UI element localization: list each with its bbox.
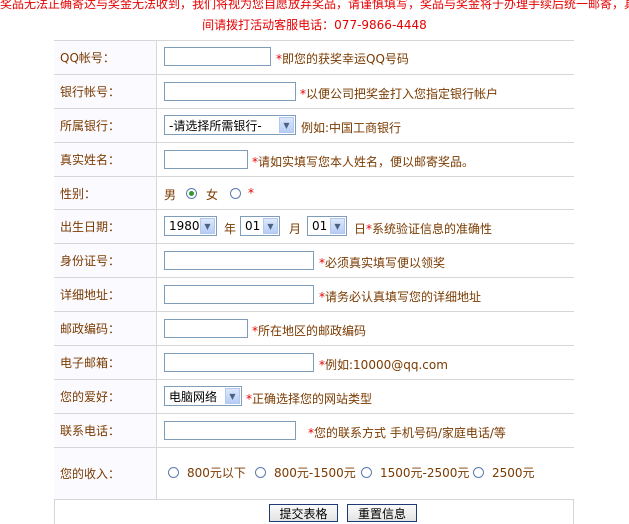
bank-example: 例如:中国工商银行 bbox=[301, 121, 402, 135]
bank-account-input[interactable] bbox=[164, 82, 296, 101]
income-option-3: 1500元-2500元 bbox=[380, 466, 470, 480]
email-label: 电子邮箱： bbox=[54, 346, 157, 379]
income-radio-4[interactable] bbox=[473, 467, 484, 478]
row-qq: QQ帐号： *即您的获奖幸运QQ号码 bbox=[54, 40, 574, 75]
row-email: 电子邮箱： *例如:10000@qq.com bbox=[54, 346, 574, 380]
real-name-hint: *请如实填写您本人姓名，便以邮寄奖品。 bbox=[252, 155, 475, 169]
phone-input[interactable] bbox=[164, 421, 296, 440]
birth-year-unit: 年 bbox=[224, 222, 237, 236]
gender-female-label: 女 bbox=[206, 188, 219, 202]
birth-day-value: 01 bbox=[312, 219, 328, 233]
row-postcode: 邮政编码： *所在地区的邮政编码 bbox=[54, 312, 574, 346]
birth-year-value: 1980 bbox=[169, 219, 200, 233]
income-option-1: 800元以下 bbox=[187, 466, 246, 480]
birth-month-select[interactable]: 01 ▼ bbox=[240, 216, 280, 236]
bank-account-label: 银行帐号： bbox=[54, 75, 157, 108]
birth-hint: *系统验证信息的准确性 bbox=[366, 222, 493, 236]
qq-label: QQ帐号： bbox=[54, 41, 157, 74]
postcode-hint: *所在地区的邮政编码 bbox=[252, 324, 367, 338]
hobby-hint: *正确选择您的网站类型 bbox=[246, 392, 373, 406]
row-hobby: 您的爱好： 电脑网络 ▼ *正确选择您的网站类型 bbox=[54, 380, 574, 414]
qq-hint: *即您的获奖幸运QQ号码 bbox=[276, 52, 409, 66]
hobby-select-value: 电脑网络 bbox=[169, 389, 218, 404]
notice-line-1: 奖品无法正确寄达与奖金无法收到，我们将视为您自愿放弃奖品，请谨慎填写，奖品与奖金… bbox=[0, 0, 629, 11]
row-real-name: 真实姓名： *请如实填写您本人姓名，便以邮寄奖品。 bbox=[54, 143, 574, 177]
chevron-down-icon[interactable]: ▼ bbox=[330, 218, 345, 234]
reset-button[interactable]: 重置信息 bbox=[347, 504, 417, 522]
row-phone: 联系电话： *您的联系方式 手机号码/家庭电话/等 bbox=[54, 414, 574, 448]
qq-input[interactable] bbox=[164, 47, 271, 66]
chevron-down-icon[interactable]: ▼ bbox=[225, 388, 240, 404]
address-hint: *请务必认真填写您的详细地址 bbox=[319, 290, 482, 304]
gender-female-radio[interactable] bbox=[230, 188, 241, 199]
birth-day-unit: 日 bbox=[354, 222, 367, 236]
phone-hint: *您的联系方式 手机号码/家庭电话/等 bbox=[308, 426, 506, 440]
income-option-4: 2500元 bbox=[492, 466, 535, 480]
income-option-2: 800元-1500元 bbox=[274, 466, 356, 480]
email-hint: *例如:10000@qq.com bbox=[319, 358, 448, 372]
row-bank: 所属银行： -请选择所需银行- ▼ 例如:中国工商银行 bbox=[54, 109, 574, 143]
row-id-card: 身份证号： *必须真实填写便以领奖 bbox=[54, 244, 574, 278]
id-card-hint: *必须真实填写便以领奖 bbox=[319, 256, 446, 270]
birth-day-select[interactable]: 01 ▼ bbox=[307, 216, 347, 236]
bank-select[interactable]: -请选择所需银行- ▼ bbox=[164, 115, 296, 135]
real-name-input[interactable] bbox=[164, 150, 248, 169]
phone-label: 联系电话： bbox=[54, 414, 157, 447]
notice-line-2: 间请拨打活动客服电话：077-9866-4448 bbox=[202, 18, 427, 32]
gender-required-star: * bbox=[248, 186, 254, 200]
gender-male-label: 男 bbox=[164, 188, 177, 202]
postcode-input[interactable] bbox=[164, 319, 248, 338]
income-radio-1[interactable] bbox=[168, 467, 179, 478]
row-address: 详细地址： *请务必认真填写您的详细地址 bbox=[54, 278, 574, 312]
chevron-down-icon[interactable]: ▼ bbox=[263, 218, 278, 234]
row-birth: 出生日期： 1980 ▼ 年 01 ▼ 月 01 ▼ 日 *系统验证信息的准确性 bbox=[54, 210, 574, 244]
birth-month-unit: 月 bbox=[289, 222, 302, 236]
income-radio-2[interactable] bbox=[255, 467, 266, 478]
id-card-label: 身份证号： bbox=[54, 244, 157, 277]
address-label: 详细地址： bbox=[54, 278, 157, 311]
birth-month-value: 01 bbox=[245, 219, 261, 233]
income-radio-3[interactable] bbox=[361, 467, 372, 478]
gender-male-radio[interactable] bbox=[186, 188, 197, 199]
real-name-label: 真实姓名： bbox=[54, 143, 157, 176]
income-label: 您的收入： bbox=[54, 448, 157, 499]
id-card-input[interactable] bbox=[164, 251, 314, 270]
bank-select-value: -请选择所需银行- bbox=[169, 118, 262, 133]
bank-account-hint: *以便公司把奖金打入您指定银行帐户 bbox=[300, 87, 499, 101]
chevron-down-icon[interactable]: ▼ bbox=[200, 218, 215, 234]
birth-label: 出生日期： bbox=[54, 210, 157, 243]
row-gender: 性别： 男 女 * bbox=[54, 177, 574, 210]
bank-label: 所属银行： bbox=[54, 109, 157, 142]
address-input[interactable] bbox=[164, 285, 314, 304]
submit-button[interactable]: 提交表格 bbox=[269, 504, 338, 522]
row-bank-account: 银行帐号： *以便公司把奖金打入您指定银行帐户 bbox=[54, 75, 574, 109]
postcode-label: 邮政编码： bbox=[54, 312, 157, 345]
prize-form: QQ帐号： *即您的获奖幸运QQ号码 银行帐号： *以便公司把奖金打入您指定银行… bbox=[54, 40, 574, 524]
chevron-down-icon[interactable]: ▼ bbox=[279, 117, 294, 133]
row-buttons: 提交表格 重置信息 bbox=[54, 500, 574, 524]
row-income: 您的收入： 800元以下 800元-1500元 1500元-2500元 2500… bbox=[54, 448, 574, 500]
gender-label: 性别： bbox=[54, 177, 157, 209]
hobby-label: 您的爱好： bbox=[54, 380, 157, 413]
birth-year-select[interactable]: 1980 ▼ bbox=[164, 216, 217, 236]
email-input[interactable] bbox=[164, 353, 314, 372]
hobby-select[interactable]: 电脑网络 ▼ bbox=[164, 386, 242, 406]
